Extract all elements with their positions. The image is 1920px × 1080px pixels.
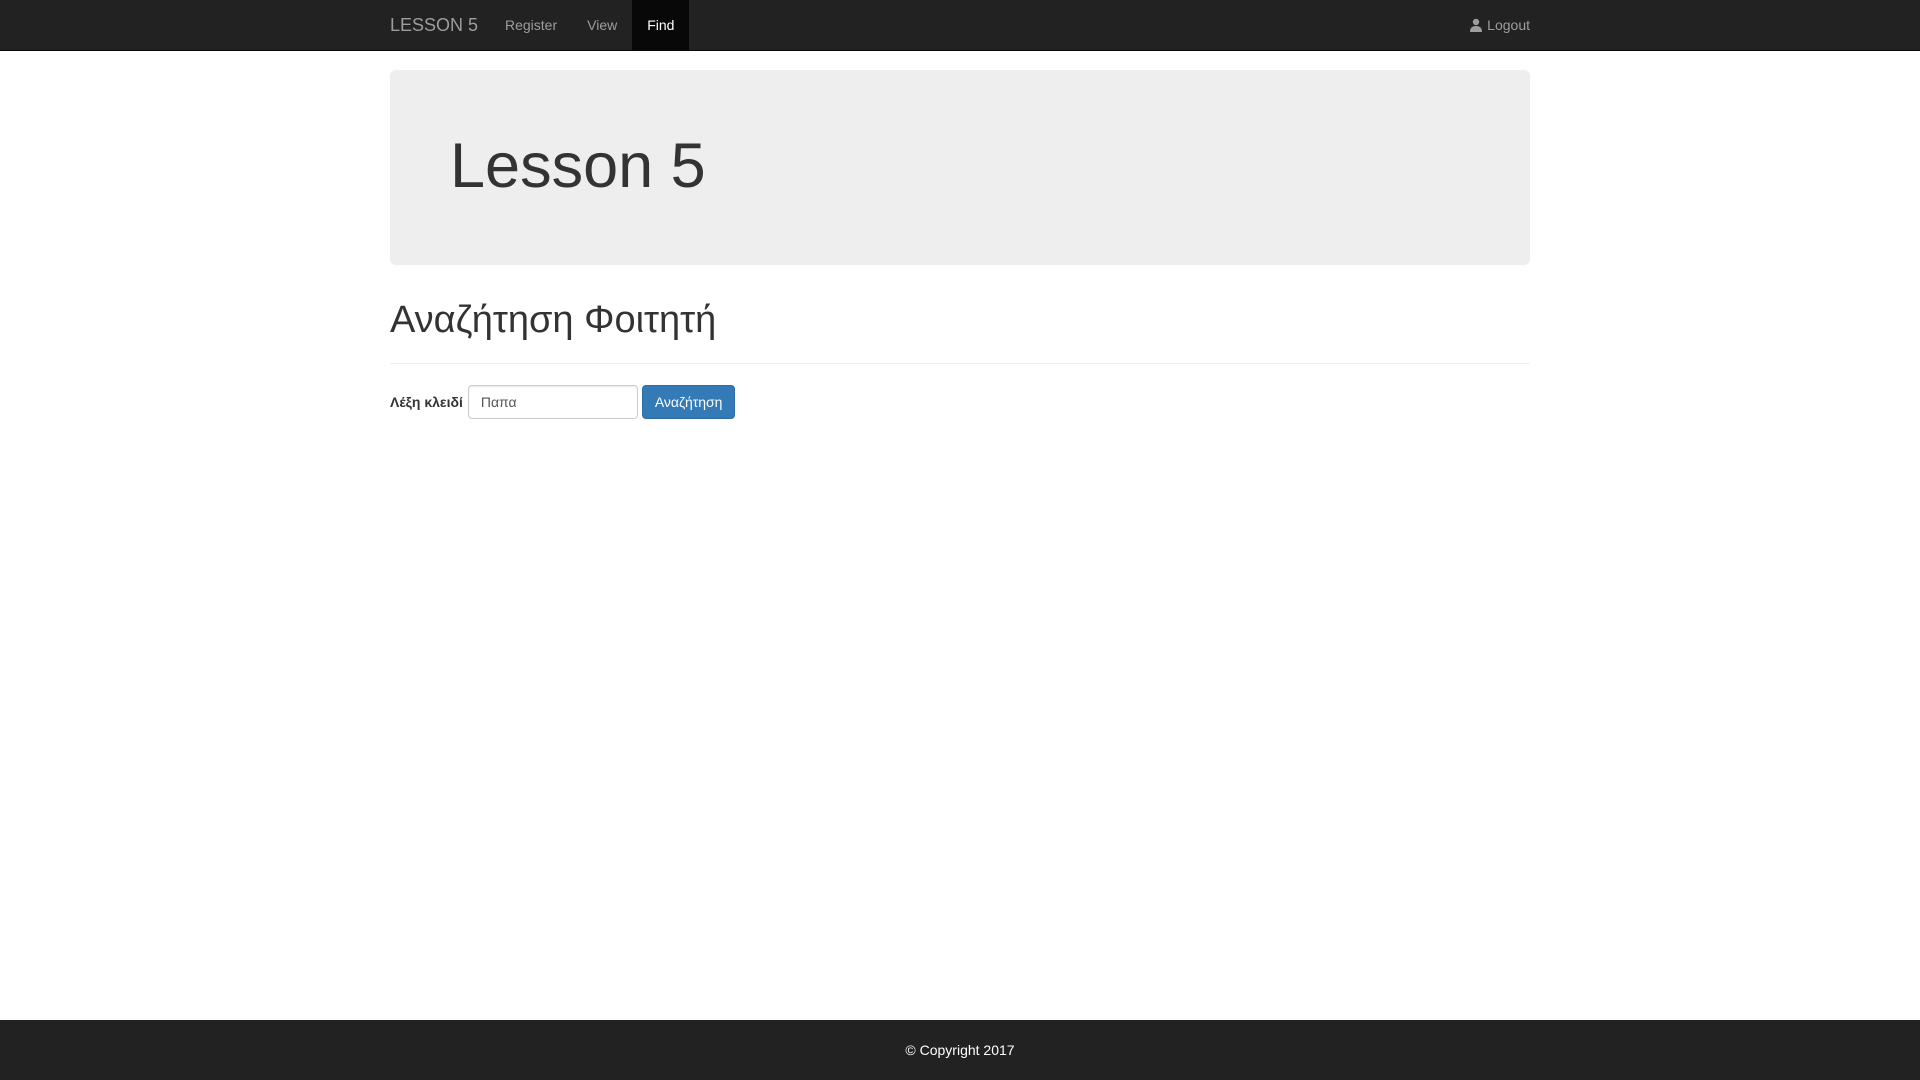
user-icon — [1469, 18, 1483, 32]
search-input[interactable] — [467, 385, 638, 419]
search-button[interactable]: Αναζήτηση — [641, 385, 736, 419]
page-header: Αναζήτηση Φοιτητή — [390, 299, 1530, 364]
search-form: Λέξη κλειδί Αναζήτηση — [390, 385, 736, 419]
page-title: Αναζήτηση Φοιτητή — [390, 299, 717, 341]
jumbotron-title: Lesson 5 — [450, 131, 706, 201]
copyright-text: © Copyright 2017 — [905, 1042, 1015, 1058]
logout-link[interactable]: Logout — [1469, 0, 1530, 50]
footer: © Copyright 2017 — [0, 1020, 1920, 1080]
jumbotron: Lesson 5 — [390, 70, 1530, 265]
brand-link[interactable]: LESSON 5 — [390, 0, 478, 50]
nav-item-find[interactable]: Find — [632, 0, 690, 50]
nav-item-register[interactable]: Register — [490, 0, 572, 50]
search-label: Λέξη κλειδί — [390, 394, 463, 410]
logout-label: Logout — [1487, 17, 1530, 33]
navbar-container: LESSON 5 Register View Find Logout — [390, 0, 1530, 50]
nav-item-view[interactable]: View — [572, 0, 632, 50]
nav-links: Register View Find — [490, 0, 690, 50]
top-navbar: LESSON 5 Register View Find Logout — [0, 0, 1920, 51]
